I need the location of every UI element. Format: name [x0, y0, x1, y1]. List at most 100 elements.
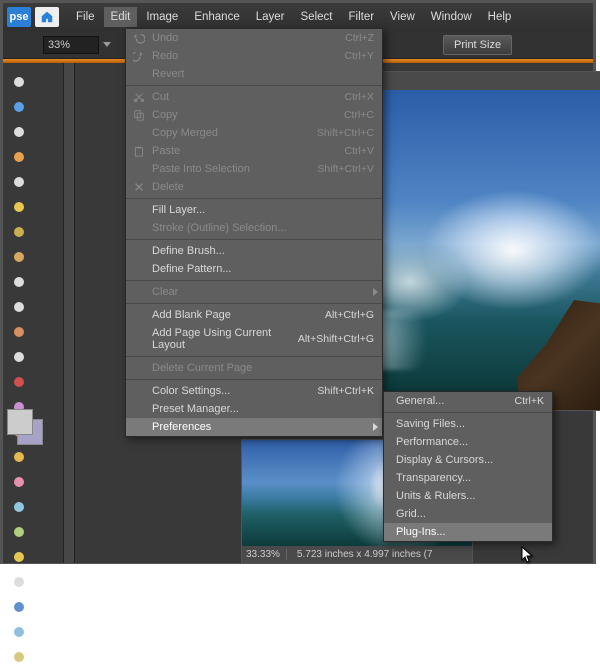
prefs-grid[interactable]: Grid... — [384, 505, 552, 523]
cookie-icon — [11, 324, 27, 340]
menu-help[interactable]: Help — [481, 7, 519, 27]
smart-brush-icon — [11, 524, 27, 540]
brush-icon — [11, 499, 27, 515]
menu-image[interactable]: Image — [139, 7, 185, 27]
menu-label: General... — [396, 395, 444, 407]
menu-shortcut: Shift+Ctrl+K — [317, 385, 374, 397]
redeye-tool[interactable] — [7, 371, 31, 393]
menu-window[interactable]: Window — [424, 7, 479, 27]
edit-copy-merged: Copy Merged Shift+Ctrl+C — [126, 124, 382, 142]
menu-filter[interactable]: Filter — [341, 7, 381, 27]
menu-label: Stroke (Outline) Selection... — [152, 222, 287, 234]
home-icon — [40, 10, 54, 24]
prefs-performance[interactable]: Performance... — [384, 433, 552, 451]
blur-tool[interactable] — [7, 621, 31, 643]
menu-enhance[interactable]: Enhance — [187, 7, 246, 27]
lasso-icon — [11, 199, 27, 215]
color-swatches[interactable] — [7, 409, 47, 449]
foreground-color-swatch[interactable] — [7, 409, 33, 435]
edit-color-settings[interactable]: Color Settings...Shift+Ctrl+K — [126, 382, 382, 400]
edit-preset-manager[interactable]: Preset Manager... — [126, 400, 382, 418]
eraser-tool[interactable] — [7, 471, 31, 493]
zoom-field[interactable]: 33% — [43, 36, 99, 54]
menu-label: Delete — [152, 181, 184, 193]
prefs-general[interactable]: General... Ctrl+K — [384, 392, 552, 410]
redo-icon — [132, 49, 146, 63]
gradient-tool[interactable] — [7, 571, 31, 593]
marquee-tool[interactable] — [7, 171, 31, 193]
prefs-display-cursors[interactable]: Display & Cursors... — [384, 451, 552, 469]
eyedropper-tool[interactable] — [7, 146, 31, 168]
print-size-button[interactable]: Print Size — [443, 35, 512, 55]
lasso-tool[interactable] — [7, 196, 31, 218]
menu-label: Plug-Ins... — [396, 526, 446, 538]
edit-cut: CutCtrl+X — [126, 88, 382, 106]
menu-label: Transparency... — [396, 472, 471, 484]
sponge-tool[interactable] — [7, 646, 31, 668]
edit-fill-layer[interactable]: Fill Layer... — [126, 201, 382, 219]
menu-shortcut: Alt+Shift+Ctrl+G — [298, 333, 374, 345]
edit-preferences[interactable]: Preferences — [126, 418, 382, 436]
menu-file[interactable]: File — [69, 7, 102, 27]
marquee-icon — [11, 174, 27, 190]
delete-icon — [132, 180, 146, 194]
paint-bucket-tool[interactable] — [7, 546, 31, 568]
thumb-zoom: 33.33% — [246, 549, 287, 560]
edit-define-pattern[interactable]: Define Pattern... — [126, 260, 382, 278]
titlebar: pse FileEditImageEnhanceLayerSelectFilte… — [3, 3, 593, 31]
edit-stroke-outline-selection: Stroke (Outline) Selection... — [126, 219, 382, 237]
menu-shortcut: Ctrl+C — [344, 109, 374, 121]
menu-label: Copy — [152, 109, 178, 121]
zoom-dropdown-icon[interactable] — [103, 42, 111, 47]
menu-label: Add Blank Page — [152, 309, 231, 321]
edit-add-page-using-current-layout[interactable]: Add Page Using Current LayoutAlt+Shift+C… — [126, 324, 382, 354]
blur-icon — [11, 624, 27, 640]
thumb-dims: 5.723 inches x 4.997 inches (7 — [297, 549, 439, 560]
prefs-units-rulers[interactable]: Units & Rulers... — [384, 487, 552, 505]
sponge-icon — [11, 649, 27, 665]
menu-shortcut: Ctrl+X — [345, 91, 374, 103]
zoom-tool[interactable] — [7, 96, 31, 118]
prefs-saving-files[interactable]: Saving Files... — [384, 415, 552, 433]
cookie-tool[interactable] — [7, 321, 31, 343]
home-button[interactable] — [35, 7, 59, 27]
edit-add-blank-page[interactable]: Add Blank Page Alt+Ctrl+G — [126, 306, 382, 324]
straighten-icon — [11, 349, 27, 365]
hand-tool[interactable] — [7, 121, 31, 143]
menu-shortcut: Shift+Ctrl+C — [317, 127, 374, 139]
edit-undo: UndoCtrl+Z — [126, 29, 382, 47]
menu-label: Saving Files... — [396, 418, 465, 430]
submenu-arrow-icon — [373, 423, 378, 431]
redeye-icon — [11, 374, 27, 390]
smart-brush-tool[interactable] — [7, 521, 31, 543]
type-tool[interactable] — [7, 271, 31, 293]
crop-tool[interactable] — [7, 296, 31, 318]
crop-icon — [11, 299, 27, 315]
wand-tool[interactable] — [7, 221, 31, 243]
move-tool[interactable] — [7, 71, 31, 93]
menu-shortcut: Ctrl+K — [515, 395, 544, 407]
shape-tool[interactable] — [7, 596, 31, 618]
menu-label: Copy Merged — [152, 127, 218, 139]
brush-tool[interactable] — [7, 496, 31, 518]
eraser-icon — [11, 474, 27, 490]
edit-copy: Copy Ctrl+C — [126, 106, 382, 124]
pencil-icon — [11, 449, 27, 465]
menu-layer[interactable]: Layer — [249, 7, 292, 27]
gradient-icon — [11, 574, 27, 590]
menu-view[interactable]: View — [383, 7, 422, 27]
menu-label: Fill Layer... — [152, 204, 205, 216]
collapsed-panel-strip[interactable] — [63, 63, 75, 563]
menu-shortcut: Alt+Ctrl+G — [325, 309, 374, 321]
edit-define-brush[interactable]: Define Brush... — [126, 242, 382, 260]
selection-brush-tool[interactable] — [7, 246, 31, 268]
menu-select[interactable]: Select — [294, 7, 340, 27]
edit-clear: Clear — [126, 283, 382, 301]
menu-edit[interactable]: Edit — [104, 7, 138, 27]
pencil-tool[interactable] — [7, 446, 31, 468]
prefs-plug-ins[interactable]: Plug-Ins... — [384, 523, 552, 541]
menu-shortcut: Ctrl+Y — [345, 50, 374, 62]
straighten-tool[interactable] — [7, 346, 31, 368]
prefs-transparency[interactable]: Transparency... — [384, 469, 552, 487]
app-logo[interactable]: pse — [7, 7, 31, 27]
